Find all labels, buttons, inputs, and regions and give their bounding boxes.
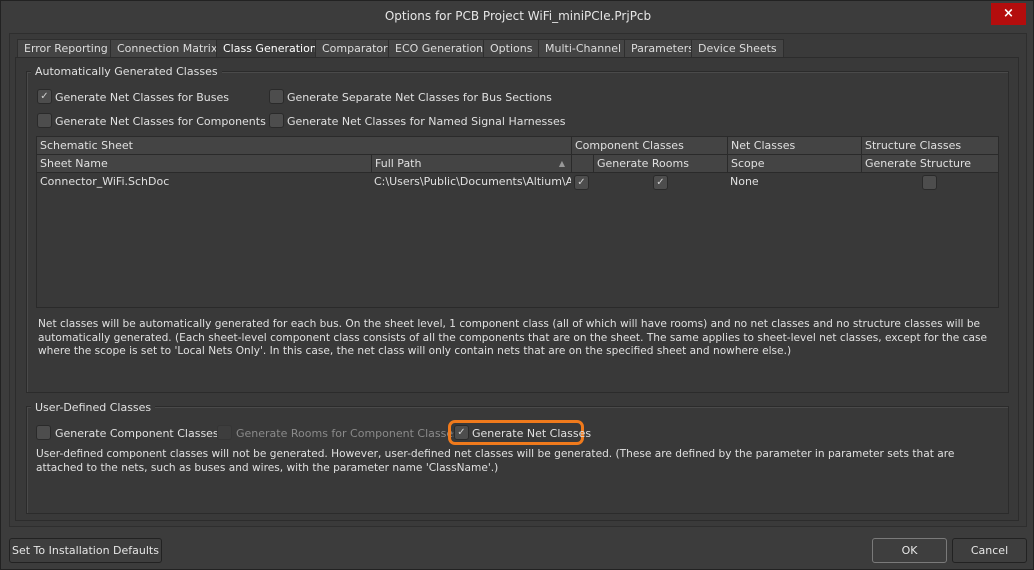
ok-button[interactable]: OK — [872, 538, 947, 563]
schematic-sheet-table: Schematic Sheet Component Classes Net Cl… — [36, 136, 999, 308]
group-header-schematic-sheet: Schematic Sheet — [37, 137, 571, 155]
checkbox-generate-structure[interactable] — [922, 175, 937, 190]
tab-multi-channel[interactable]: Multi-Channel — [538, 39, 629, 58]
sort-ascending-icon: ▲ — [558, 159, 565, 168]
label-user-component-classes: Generate Component Classes — [55, 427, 219, 440]
label-rooms-component-classes: Generate Rooms for Component Classes — [236, 427, 459, 440]
tab-comparator[interactable]: Comparator — [315, 39, 395, 58]
cell-full-path: C:\Users\Public\Documents\Altium\AD — [374, 175, 571, 188]
cell-scope[interactable]: None — [727, 173, 861, 191]
checkbox-generate-rooms[interactable]: ✓ — [653, 175, 668, 190]
label-user-net-classes: Generate Net Classes — [472, 427, 592, 440]
cell-sheet-name: Connector_WiFi.SchDoc — [40, 175, 170, 188]
group-header-component-classes: Component Classes — [571, 137, 727, 155]
label-named-signal-harnesses: Generate Net Classes for Named Signal Ha… — [287, 115, 566, 128]
checkbox-user-net-classes[interactable]: ✓ — [454, 425, 469, 440]
column-sheet-name[interactable]: Sheet Name — [37, 155, 371, 173]
tab-class-generation[interactable]: Class Generation — [216, 39, 324, 59]
label-net-classes-components: Generate Net Classes for Components — [55, 115, 266, 128]
column-full-path-label: Full Path — [375, 157, 422, 170]
auto-classes-description: Net classes will be automatically genera… — [38, 318, 988, 357]
group-header-net-classes: Net Classes — [727, 137, 861, 155]
window-title: Options for PCB Project WiFi_miniPCIe.Pr… — [384, 9, 652, 23]
column-generate-rooms[interactable]: Generate Rooms — [593, 155, 727, 173]
set-installation-defaults-button[interactable]: Set To Installation Defaults — [9, 538, 162, 563]
column-generate-structure[interactable]: Generate Structure — [861, 155, 998, 173]
label-net-classes-buses: Generate Net Classes for Buses — [55, 91, 229, 104]
checkbox-net-classes-buses[interactable]: ✓ — [37, 89, 52, 104]
column-component-check[interactable] — [571, 155, 593, 173]
tab-connection-matrix[interactable]: Connection Matrix — [110, 39, 225, 58]
dialog-window: Options for PCB Project WiFi_miniPCIe.Pr… — [0, 0, 1034, 570]
tab-device-sheets[interactable]: Device Sheets — [691, 39, 784, 58]
auto-classes-title: Automatically Generated Classes — [31, 65, 222, 78]
group-header-structure-classes: Structure Classes — [861, 137, 998, 155]
column-full-path[interactable]: Full Path ▲ — [371, 155, 571, 173]
label-separate-bus-sections: Generate Separate Net Classes for Bus Se… — [287, 91, 552, 104]
cancel-button[interactable]: Cancel — [952, 538, 1027, 563]
checkbox-component-class[interactable]: ✓ — [574, 175, 589, 190]
user-classes-description: User-defined component classes will not … — [36, 448, 955, 474]
tab-error-reporting[interactable]: Error Reporting — [17, 39, 115, 58]
tab-eco-generation[interactable]: ECO Generation — [388, 39, 491, 58]
checkbox-user-component-classes[interactable] — [36, 425, 51, 440]
tab-parameters[interactable]: Parameters — [624, 39, 701, 58]
checkbox-net-classes-components[interactable] — [37, 113, 52, 128]
checkbox-separate-bus-sections[interactable] — [269, 89, 284, 104]
checkbox-rooms-component-classes — [217, 425, 232, 440]
close-icon[interactable]: × — [991, 3, 1026, 25]
tab-options[interactable]: Options — [483, 39, 540, 58]
user-classes-title: User-Defined Classes — [31, 401, 156, 414]
checkbox-named-signal-harnesses[interactable] — [269, 113, 284, 128]
column-scope[interactable]: Scope — [727, 155, 861, 173]
